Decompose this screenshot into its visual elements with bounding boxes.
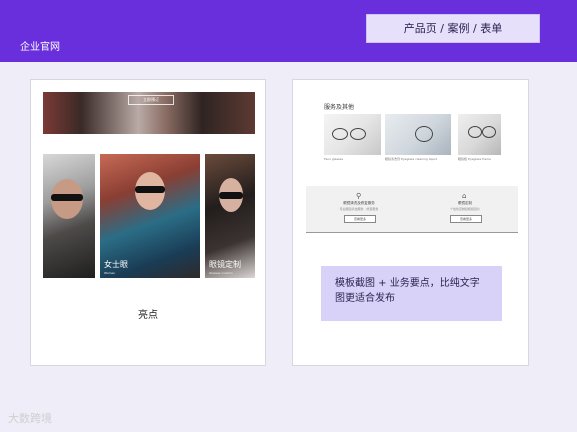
thumb-eyeglass-frame: [458, 114, 501, 155]
portrait-man-sunglasses: [43, 154, 95, 278]
sunglasses-shape: [135, 186, 165, 193]
portrait-subcaption: Women: [104, 271, 116, 275]
publish-tip-note: 模板截图 + 业务要点，比纯文字图更适合发布: [321, 266, 502, 321]
brand-title: 企业官网: [20, 42, 60, 53]
portrait-subcaption: Glasses custom: [209, 271, 233, 275]
services-preview-card: 服务及其他 Faux glasses 眼镜清洗剂 Eyeglass cleani…: [292, 79, 529, 366]
thumb-faux-glasses: [324, 114, 381, 155]
thumb-caption: 眼镜框 Eyeglass frame: [458, 157, 492, 161]
service-custom: ⌂ 眼镜定制 个性化定制镜框和镜片 查看更多: [412, 186, 518, 232]
lens-shape: [482, 126, 496, 138]
top-header: 企业官网 产品页 / 案例 / 表单: [0, 0, 577, 62]
watermark: 大数跨境: [8, 412, 52, 425]
service-cleaning: ⚲ 眼镜清洗及修复服务 专业眼镜清洁服务 · 修复服务 查看更多: [306, 186, 412, 232]
service-name: 眼镜清洗及修复服务: [343, 201, 375, 205]
hero-banner-image: 立即预订: [43, 92, 255, 134]
service-desc: 个性化定制镜框和镜片: [449, 207, 480, 211]
breadcrumb-tag: 产品页 / 案例 / 表单: [366, 14, 540, 43]
highlight-label: 亮点: [138, 310, 158, 321]
shop-icon: ⌂: [462, 192, 467, 200]
portrait-woman-sunglasses: 女士眼 Women: [100, 154, 200, 278]
homepage-preview-card: 立即预订 女士眼 Women 眼镜定制 Glasses custom 亮点: [30, 79, 266, 366]
lens-shape: [415, 126, 433, 142]
hero-book-button[interactable]: 立即预订: [128, 95, 174, 105]
thumb-cleaning-liquid: [385, 114, 451, 155]
service-more-button[interactable]: 查看更多: [344, 215, 376, 223]
service-name: 眼镜定制: [458, 201, 472, 205]
service-more-button[interactable]: 查看更多: [450, 215, 482, 223]
sunglasses-shape: [219, 192, 243, 199]
lens-shape: [468, 126, 482, 138]
services-section-title: 服务及其他: [324, 104, 355, 111]
portrait-caption: 女士眼: [104, 260, 128, 269]
sunglasses-shape: [51, 194, 83, 201]
service-strip: ⚲ 眼镜清洗及修复服务 专业眼镜清洁服务 · 修复服务 查看更多 ⌂ 眼镜定制 …: [306, 186, 518, 233]
bulb-icon: ⚲: [356, 192, 362, 200]
thumb-caption: 眼镜清洗剂 Eyeglass cleaning liquid: [385, 157, 437, 161]
portrait-glasses-custom: 眼镜定制 Glasses custom: [205, 154, 255, 278]
lens-shape: [332, 128, 348, 140]
lens-shape: [350, 128, 366, 140]
portrait-caption: 眼镜定制: [209, 260, 241, 269]
thumb-caption: Faux glasses: [324, 157, 344, 161]
service-desc: 专业眼镜清洁服务 · 修复服务: [339, 207, 379, 211]
